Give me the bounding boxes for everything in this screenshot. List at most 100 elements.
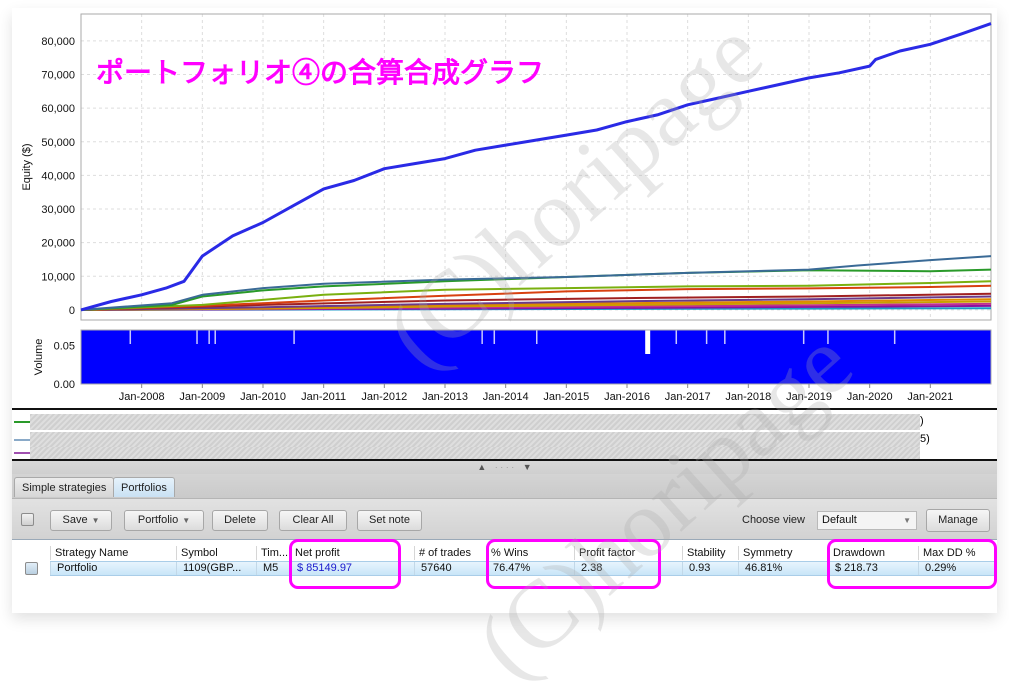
volume-y-ticks: 0.00 0.05 <box>54 340 75 391</box>
save-button[interactable]: Save ▼ <box>50 510 112 531</box>
volume-gap <box>705 330 708 344</box>
x-tick-label: Jan-2011 <box>301 391 346 403</box>
panel-splitter[interactable]: ▲ · · · · ▼ <box>12 461 997 474</box>
x-tick-label: Jan-2020 <box>847 391 893 403</box>
volume-gap <box>493 330 496 344</box>
col-header-strategy-name[interactable]: Strategy Name <box>50 546 176 560</box>
col-header-timeframe[interactable]: Tim... <box>256 546 290 560</box>
legend-swatch <box>14 439 30 441</box>
col-header-net-profit[interactable]: Net profit <box>290 546 414 560</box>
app-window: 0 10,000 20,000 30,000 40,000 50,000 60,000 70,… <box>12 0 997 698</box>
y-tick-label: 30,000 <box>41 204 75 216</box>
col-header-max-dd[interactable]: Max DD % <box>918 546 997 560</box>
volume-gap <box>129 330 132 344</box>
y-tick-label: 80,000 <box>41 36 75 48</box>
cell-wins: 76.47% <box>486 562 574 575</box>
tab-portfolios[interactable]: Portfolios <box>113 477 175 497</box>
volume-gap <box>827 330 829 344</box>
cell-timeframe: M5 <box>256 562 290 575</box>
volume-gap <box>724 330 726 344</box>
legend-blurred-text <box>30 432 920 448</box>
chevron-down-icon: ▼ <box>182 516 191 525</box>
legend-row: ) <box>12 414 997 430</box>
col-header-wins[interactable]: % Wins <box>486 546 574 560</box>
portfolio-table: Strategy Name Symbol Tim... Net profit #… <box>12 540 997 613</box>
portfolio-button[interactable]: Portfolio ▼ <box>124 510 204 531</box>
cell-trades: 57640 <box>414 562 486 575</box>
overlay-title: ポートフォリオ④の合算合成グラフ <box>96 56 544 88</box>
volume-gap <box>196 330 198 344</box>
collapse-up-icon[interactable]: ▲ <box>477 462 486 472</box>
volume-y-axis-label: Volume <box>33 339 45 376</box>
col-header-trades[interactable]: # of trades <box>414 546 486 560</box>
y-tick-label: 0.00 <box>54 379 75 391</box>
col-header-profit-factor[interactable]: Profit factor <box>574 546 682 560</box>
col-header-drawdown[interactable]: Drawdown <box>828 546 918 560</box>
y-tick-label: 20,000 <box>41 238 75 250</box>
manage-button[interactable]: Manage <box>926 509 990 532</box>
collapse-down-icon[interactable]: ▼ <box>523 462 532 472</box>
y-tick-label: 0 <box>69 305 75 317</box>
chart-area: 0 10,000 20,000 30,000 40,000 50,000 60,000 70,… <box>12 8 997 408</box>
delete-button[interactable]: Delete <box>212 510 268 531</box>
chevron-down-icon: ▼ <box>91 516 100 525</box>
tabs-bar: Simple strategies Portfolios <box>12 474 997 499</box>
equity-chart: 0 10,000 20,000 30,000 40,000 50,000 60,000 70,… <box>21 13 992 403</box>
table-row[interactable]: Portfolio 1109(GBP... M5 $ 85149.97 5764… <box>12 561 997 576</box>
volume-gap <box>481 330 483 344</box>
volume-bars <box>81 330 991 384</box>
set-note-button[interactable]: Set note <box>357 510 422 531</box>
x-axis-ticks: Jan-2008 Jan-2009 Jan-2010 Jan-2011 Jan-2012… <box>119 384 953 403</box>
x-tick-label: Jan-2010 <box>240 391 286 403</box>
x-tick-label: Jan-2016 <box>604 391 650 403</box>
legend-swatch <box>14 452 30 454</box>
cell-symmetry: 46.81% <box>738 562 828 575</box>
volume-gap <box>675 330 678 344</box>
cell-max-dd: 0.29% <box>918 562 997 575</box>
volume-gap <box>645 330 651 354</box>
view-select-value: Default <box>822 514 857 526</box>
volume-gap <box>536 330 538 344</box>
col-header-symmetry[interactable]: Symmetry <box>738 546 828 560</box>
cell-symbol: 1109(GBP... <box>176 562 256 575</box>
save-button-label: Save <box>62 514 88 526</box>
legend-text-tail: ) <box>920 415 924 427</box>
equity-y-ticks: 0 10,000 20,000 30,000 40,000 50,000 60,000 70,… <box>41 36 75 317</box>
cell-profit-factor: 2.38 <box>574 562 682 575</box>
volume-gap <box>208 330 210 344</box>
y-tick-label: 70,000 <box>41 70 75 82</box>
row-checkbox[interactable] <box>25 562 38 575</box>
choose-view-label: Choose view <box>742 514 805 526</box>
x-tick-label: Jan-2018 <box>725 391 771 403</box>
tab-simple-strategies[interactable]: Simple strategies <box>14 477 115 497</box>
legend-row <box>12 447 997 459</box>
equity-y-axis-label: Equity ($) <box>21 143 33 190</box>
x-tick-label: Jan-2013 <box>422 391 468 403</box>
chevron-down-icon: ▼ <box>903 516 911 525</box>
y-tick-label: 10,000 <box>41 271 75 283</box>
y-tick-label: 60,000 <box>41 103 75 115</box>
y-tick-label: 40,000 <box>41 170 75 182</box>
splitter-grip: · · · · <box>494 462 515 472</box>
volume-gap <box>893 330 896 344</box>
toolbar: Save ▼ Portfolio ▼ Delete Clear All Set no… <box>12 499 997 540</box>
col-header-stability[interactable]: Stability <box>682 546 738 560</box>
col-header-symbol[interactable]: Symbol <box>176 546 256 560</box>
clear-all-button[interactable]: Clear All <box>279 510 347 531</box>
volume-gap <box>214 330 216 344</box>
x-tick-label: Jan-2019 <box>786 391 832 403</box>
x-tick-label: Jan-2015 <box>543 391 589 403</box>
x-tick-label: Jan-2017 <box>665 391 711 403</box>
x-tick-label: Jan-2009 <box>179 391 225 403</box>
portfolio-button-label: Portfolio <box>137 514 179 526</box>
cell-stability: 0.93 <box>682 562 738 575</box>
x-tick-label: Jan-2014 <box>483 391 529 403</box>
legend: ) 5) <box>12 408 997 461</box>
volume-gap <box>293 330 295 344</box>
legend-row: 5) <box>12 432 997 448</box>
x-tick-label: Jan-2008 <box>119 391 165 403</box>
cell-strategy-name: Portfolio <box>50 562 176 575</box>
cell-drawdown: $ 218.73 <box>828 562 918 575</box>
select-all-checkbox[interactable] <box>21 513 34 526</box>
view-select[interactable]: Default ▼ <box>817 511 917 530</box>
